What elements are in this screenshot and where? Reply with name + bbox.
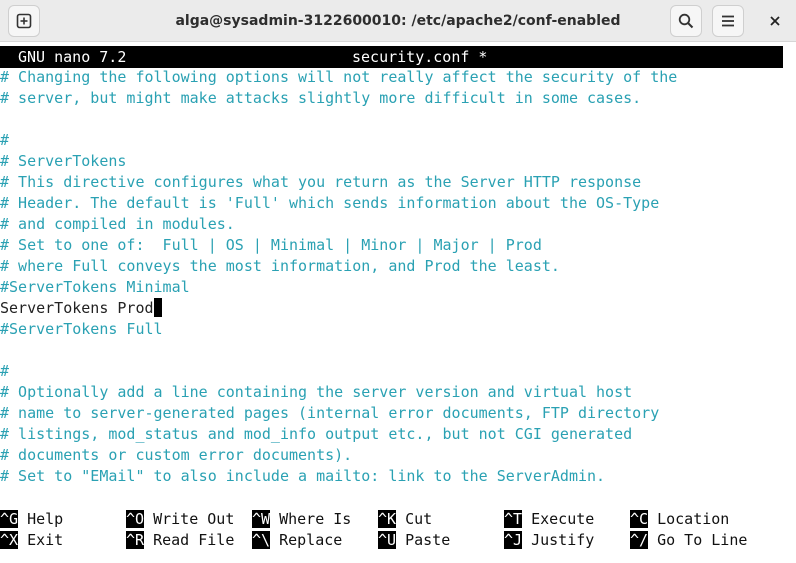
- window-titlebar: alga@sysadmin-3122600010: /etc/apache2/c…: [0, 0, 796, 42]
- shortcut-row: ^G Help ^O Write Out ^W Where Is ^K Cut …: [0, 509, 783, 530]
- shortcut-key: ^K: [378, 510, 397, 528]
- shortcut-label: Paste: [405, 531, 451, 549]
- shortcut-execute[interactable]: ^T Execute: [504, 509, 594, 530]
- editor-line-current: ServerTokens Prod: [0, 298, 783, 319]
- editor-line: # Set to "EMail" to also include a mailt…: [0, 467, 606, 485]
- editor-line: # Changing the following options will no…: [0, 68, 678, 86]
- menu-button[interactable]: [712, 5, 744, 37]
- shortcut-label: Justify: [531, 531, 595, 549]
- nano-status-bar: GNU nano 7.2 security.conf *: [0, 46, 783, 68]
- editor-line: # and compiled in modules.: [0, 215, 235, 233]
- shortcut-label: Help: [27, 510, 64, 528]
- editor-line: #: [0, 131, 10, 149]
- nano-filename: security.conf *: [352, 48, 488, 66]
- editor-line: # listings, mod_status and mod_info outp…: [0, 425, 633, 443]
- shortcut-key: ^O: [126, 510, 145, 528]
- shortcut-read-file[interactable]: ^R Read File: [126, 530, 234, 551]
- shortcut-write-out[interactable]: ^O Write Out: [126, 509, 234, 530]
- new-tab-button[interactable]: [8, 5, 40, 37]
- shortcut-replace[interactable]: ^\ Replace: [252, 530, 342, 551]
- shortcut-key: ^T: [504, 510, 523, 528]
- shortcut-help[interactable]: ^G Help: [0, 509, 63, 530]
- editor-line: # ServerTokens: [0, 152, 127, 170]
- editor-content[interactable]: # Changing the following options will no…: [0, 67, 783, 487]
- editor-line: # documents or custom error documents).: [0, 446, 353, 464]
- shortcut-exit[interactable]: ^X Exit: [0, 530, 63, 551]
- current-line-text: ServerTokens Prod: [0, 299, 154, 317]
- text-cursor: [153, 298, 162, 317]
- editor-line: #: [0, 362, 10, 380]
- terminal-scrollbar[interactable]: [788, 46, 796, 563]
- editor-line: #ServerTokens Minimal: [0, 278, 190, 296]
- editor-line: # Header. The default is 'Full' which se…: [0, 194, 660, 212]
- editor-line: #ServerTokens Full: [0, 320, 163, 338]
- shortcut-label: Execute: [531, 510, 595, 528]
- shortcut-cut[interactable]: ^K Cut: [378, 509, 432, 530]
- editor-line: # Set to one of: Full | OS | Minimal | M…: [0, 236, 542, 254]
- shortcut-bar: ^G Help ^O Write Out ^W Where Is ^K Cut …: [0, 509, 783, 551]
- search-icon: [678, 13, 694, 29]
- shortcut-row: ^X Exit ^R Read File ^\ Replace ^U Paste…: [0, 530, 783, 551]
- shortcut-label: Location: [657, 510, 730, 528]
- shortcut-label: Where Is: [279, 510, 352, 528]
- shortcut-key: ^/: [630, 531, 649, 549]
- editor-line: # server, but might make attacks slightl…: [0, 89, 642, 107]
- shortcut-key: ^G: [0, 510, 19, 528]
- shortcut-key: ^U: [378, 531, 397, 549]
- shortcut-where-is[interactable]: ^W Where Is: [252, 509, 351, 530]
- shortcut-key: ^R: [126, 531, 145, 549]
- close-icon: [770, 16, 780, 26]
- shortcut-label: Exit: [27, 531, 64, 549]
- shortcut-key: ^\: [252, 531, 271, 549]
- shortcut-key: ^J: [504, 531, 523, 549]
- search-button[interactable]: [670, 5, 702, 37]
- shortcut-location[interactable]: ^C Location: [630, 509, 729, 530]
- shortcut-go-to-line[interactable]: ^/ Go To Line: [630, 530, 747, 551]
- nano-version: GNU nano 7.2: [18, 48, 127, 66]
- shortcut-key: ^X: [0, 531, 19, 549]
- shortcut-label: Write Out: [153, 510, 235, 528]
- close-button[interactable]: [759, 5, 791, 37]
- new-tab-icon: [16, 13, 32, 29]
- shortcut-justify[interactable]: ^J Justify: [504, 530, 594, 551]
- terminal-area[interactable]: GNU nano 7.2 security.conf * # Changing …: [0, 42, 796, 563]
- shortcut-label: Read File: [153, 531, 235, 549]
- shortcut-label: Replace: [279, 531, 343, 549]
- shortcut-paste[interactable]: ^U Paste: [378, 530, 450, 551]
- shortcut-key: ^C: [630, 510, 649, 528]
- shortcut-key: ^W: [252, 510, 271, 528]
- hamburger-menu-icon: [722, 15, 734, 27]
- shortcut-label: Go To Line: [657, 531, 748, 549]
- editor-line: # name to server-generated pages (intern…: [0, 404, 660, 422]
- editor-line: # where Full conveys the most informatio…: [0, 257, 560, 275]
- editor-line: # This directive configures what you ret…: [0, 173, 642, 191]
- shortcut-label: Cut: [405, 510, 433, 528]
- editor-line: # Optionally add a line containing the s…: [0, 383, 633, 401]
